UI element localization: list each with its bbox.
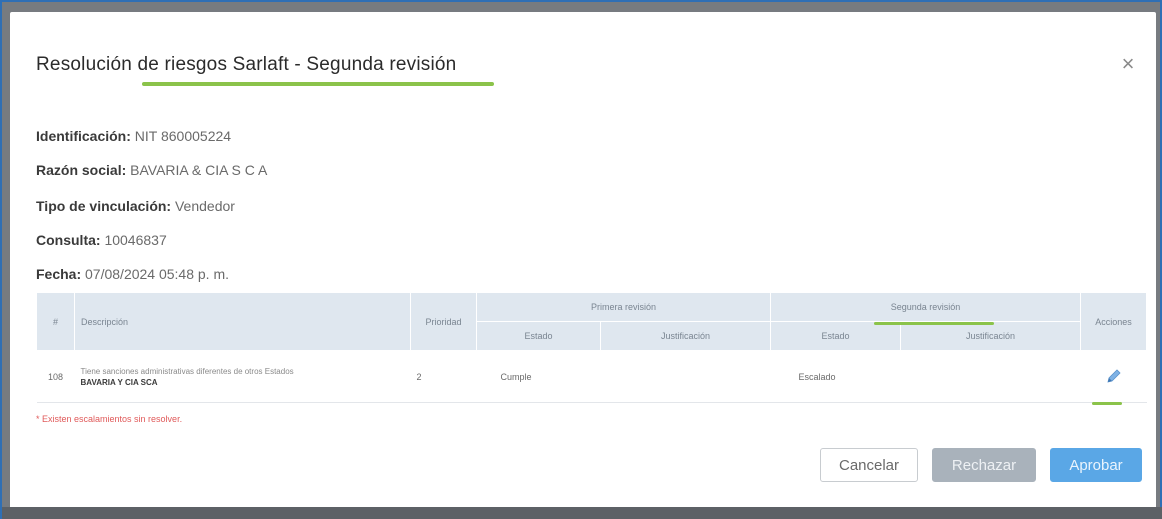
screen-frame: Resolución de riesgos Sarlaft - Segunda … [0, 0, 1162, 519]
row-num: 108 [36, 350, 75, 403]
header-prioridad: Prioridad [410, 292, 477, 351]
razon-social-value: BAVARIA & CIA S C A [130, 162, 268, 178]
warning-note: * Existen escalamientos sin resolver. [36, 414, 183, 424]
header-acciones: Acciones [1080, 292, 1147, 351]
row-primera-estado: Cumple [476, 350, 601, 403]
header-segunda-justificacion: Justificación [900, 321, 1081, 351]
row-descripcion: Tiene sanciones administrativas diferent… [74, 350, 411, 403]
tipo-vinculacion-label: Tipo de vinculación: [36, 198, 172, 214]
risk-resolution-modal: Resolución de riesgos Sarlaft - Segunda … [10, 12, 1156, 512]
header-segunda-estado: Estado [770, 321, 901, 351]
info-razon-social: Razón social: BAVARIA & CIA S C A [36, 162, 267, 178]
row-segunda-estado: Escalado [770, 350, 901, 403]
identificacion-label: Identificación: [36, 128, 131, 144]
consulta-label: Consulta: [36, 232, 101, 248]
row-descripcion-text: Tiene sanciones administrativas diferent… [80, 366, 294, 376]
risks-table: # Descripción Prioridad Primera revisión… [36, 292, 1147, 403]
info-consulta: Consulta: 10046837 [36, 232, 167, 248]
title-highlight-underline [142, 82, 494, 86]
tipo-vinculacion-value: Vendedor [174, 198, 235, 214]
header-primera-justificacion: Justificación [600, 321, 771, 351]
consulta-value: 10046837 [104, 232, 167, 248]
risks-table-wrapper: # Descripción Prioridad Primera revisión… [36, 292, 1147, 405]
razon-social-label: Razón social: [36, 162, 127, 178]
header-primera-estado: Estado [476, 321, 601, 351]
close-icon[interactable]: × [1116, 52, 1140, 76]
segunda-revision-highlight [874, 322, 994, 325]
row-primera-justificacion [600, 350, 771, 403]
info-fecha: Fecha: 07/08/2024 05:48 p. m. [36, 266, 229, 282]
table-row: 108 Tiene sanciones administrativas dife… [36, 350, 1147, 403]
header-segunda-revision: Segunda revisión [770, 292, 1081, 322]
row-descripcion-entity: BAVARIA Y CIA SCA [80, 377, 158, 387]
modal-title: Resolución de riesgos Sarlaft - Segunda … [36, 54, 457, 75]
fecha-label: Fecha: [36, 266, 82, 282]
cancel-button[interactable]: Cancelar [820, 448, 918, 482]
row-segunda-justificacion [900, 350, 1081, 403]
row-acciones [1080, 350, 1147, 403]
header-primera-revision: Primera revisión [476, 292, 771, 322]
pencil-icon[interactable] [1104, 366, 1124, 386]
bottom-bar [2, 507, 1162, 519]
reject-button[interactable]: Rechazar [932, 448, 1036, 482]
header-descripcion: Descripción [74, 292, 411, 351]
header-num: # [36, 292, 75, 351]
fecha-value: 07/08/2024 05:48 p. m. [85, 266, 230, 282]
approve-button[interactable]: Aprobar [1050, 448, 1142, 482]
identificacion-value: NIT 860005224 [134, 128, 232, 144]
action-highlight [1092, 402, 1122, 405]
info-tipo-vinculacion: Tipo de vinculación: Vendedor [36, 198, 235, 214]
row-prioridad: 2 [410, 350, 477, 403]
info-identificacion: Identificación: NIT 860005224 [36, 128, 231, 144]
